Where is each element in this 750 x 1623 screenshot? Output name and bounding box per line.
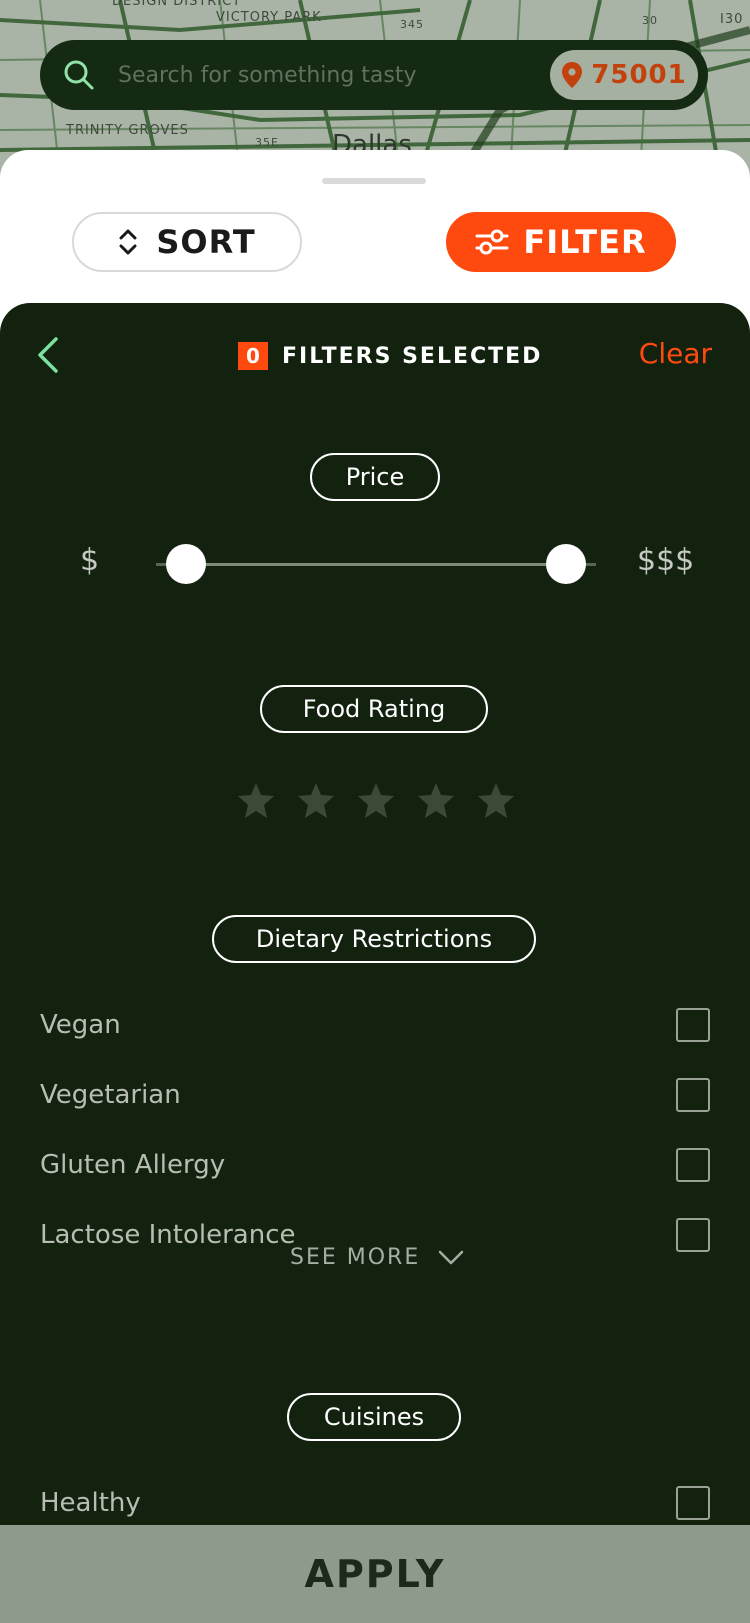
map-label-design-district: DESIGN DISTRICT xyxy=(112,0,242,9)
cuisine-option-healthy[interactable]: Healthy xyxy=(40,1483,710,1523)
map-label-highway-35e: 35E xyxy=(255,136,279,149)
sort-button[interactable]: SORT xyxy=(72,212,302,272)
filter-panel: 0 FILTERS SELECTED Clear Price $ $$$ Foo… xyxy=(0,303,750,1525)
price-slider-max-handle[interactable] xyxy=(546,544,586,584)
price-section-label: Price xyxy=(310,453,440,501)
food-rating-section-label: Food Rating xyxy=(260,685,488,733)
checkbox[interactable] xyxy=(676,1218,710,1252)
sliders-icon xyxy=(475,229,509,255)
checkbox[interactable] xyxy=(676,1486,710,1520)
filters-header: 0 FILTERS SELECTED xyxy=(238,342,542,370)
food-rating-stars xyxy=(236,781,516,821)
location-zip-button[interactable]: 75001 xyxy=(550,50,698,100)
apply-label: APPLY xyxy=(304,1552,446,1596)
sort-label: SORT xyxy=(156,223,256,261)
sort-arrows-icon xyxy=(119,229,137,255)
option-label: Vegetarian xyxy=(40,1080,181,1110)
dietary-option-vegan[interactable]: Vegan xyxy=(40,1005,710,1045)
star-icon[interactable] xyxy=(416,781,456,821)
star-icon[interactable] xyxy=(356,781,396,821)
sheet-drag-handle[interactable] xyxy=(322,178,426,184)
zip-code: 75001 xyxy=(591,60,687,90)
checkbox[interactable] xyxy=(676,1078,710,1112)
checkbox[interactable] xyxy=(676,1008,710,1042)
filter-button[interactable]: FILTER xyxy=(446,212,676,272)
filter-label: FILTER xyxy=(523,223,647,261)
option-label: Lactose Intolerance xyxy=(40,1220,296,1250)
cuisines-section-label: Cuisines xyxy=(287,1393,461,1441)
option-label: Gluten Allergy xyxy=(40,1150,226,1180)
clear-button[interactable]: Clear xyxy=(639,337,712,370)
location-pin-icon xyxy=(562,62,583,88)
filters-title: FILTERS SELECTED xyxy=(282,343,543,369)
star-icon[interactable] xyxy=(236,781,276,821)
price-min-label: $ xyxy=(80,543,100,578)
dietary-section-label: Dietary Restrictions xyxy=(212,915,536,963)
see-more-label: SEE MORE xyxy=(290,1245,421,1270)
map-label-trinity-groves: TRINITY GROVES xyxy=(66,123,189,138)
chevron-left-icon[interactable] xyxy=(34,333,64,377)
price-slider-min-handle[interactable] xyxy=(166,544,206,584)
checkbox[interactable] xyxy=(676,1148,710,1182)
map-label-victory-park: VICTORY PARK xyxy=(216,10,322,25)
apply-button[interactable]: APPLY xyxy=(0,1525,750,1623)
filter-count-badge: 0 xyxy=(238,342,268,370)
dietary-option-gluten-allergy[interactable]: Gluten Allergy xyxy=(40,1145,710,1185)
map-label-highway-345: 345 xyxy=(400,18,424,31)
star-icon[interactable] xyxy=(476,781,516,821)
dietary-option-vegetarian[interactable]: Vegetarian xyxy=(40,1075,710,1115)
map-label-i30: I30 xyxy=(720,12,744,27)
chevron-down-icon xyxy=(439,1250,464,1264)
star-icon[interactable] xyxy=(296,781,336,821)
price-slider-range xyxy=(186,563,566,566)
see-more-button[interactable]: SEE MORE xyxy=(290,1245,464,1270)
search-bar: 75001 xyxy=(40,40,708,110)
option-label: Vegan xyxy=(40,1010,121,1040)
map-label-highway-30: 30 xyxy=(642,14,658,27)
search-icon[interactable] xyxy=(62,58,96,92)
search-input[interactable] xyxy=(110,40,550,110)
option-label: Healthy xyxy=(40,1488,141,1518)
price-max-label: $$$ xyxy=(637,543,695,578)
